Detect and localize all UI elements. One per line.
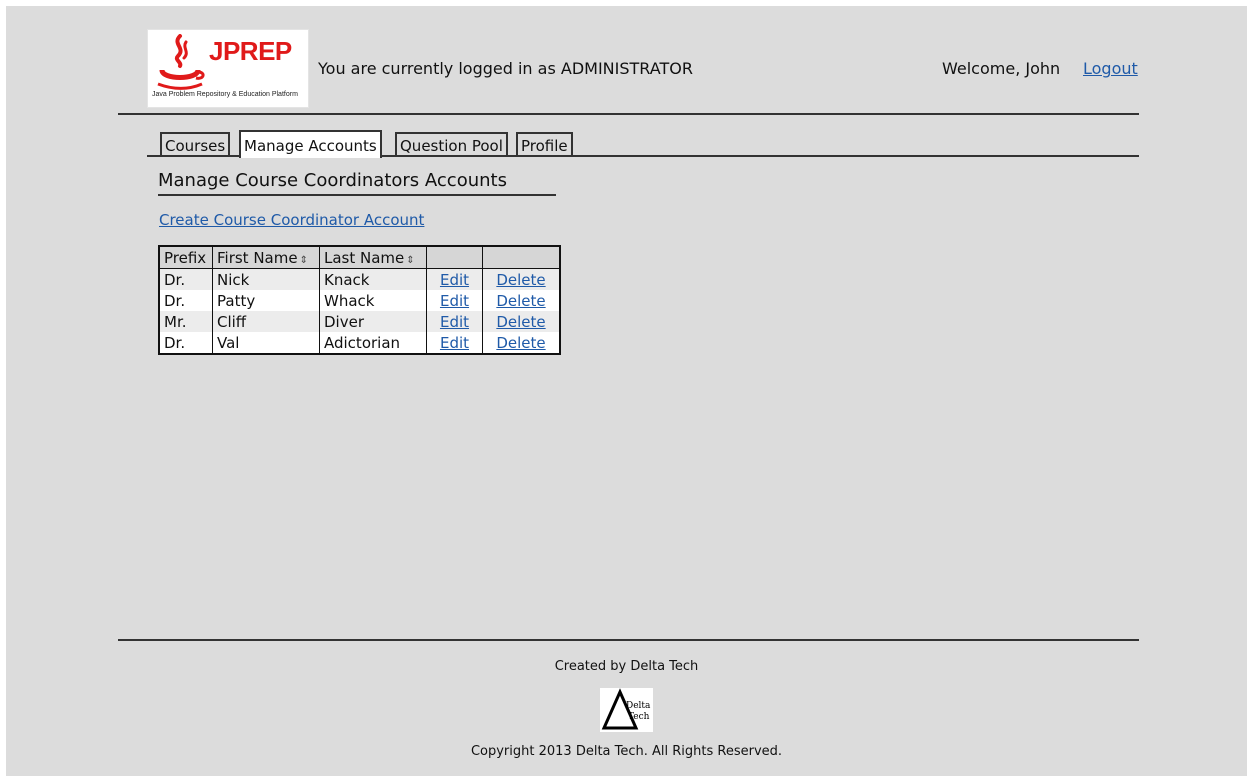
delta-logo-word1: Delta: [626, 701, 651, 711]
logo-title: JPREP: [209, 36, 292, 66]
delete-link[interactable]: Delete: [496, 271, 545, 289]
java-cup-logo-icon: [157, 34, 205, 90]
delta-logo-word2: Tech: [628, 712, 650, 722]
table-row: Dr. Patty Whack Edit Delete: [158, 290, 560, 311]
delete-link[interactable]: Delete: [496, 334, 545, 352]
table-row: Dr. Nick Knack Edit Delete: [158, 268, 560, 290]
edit-link[interactable]: Edit: [440, 292, 469, 310]
cell-last-name: Whack: [319, 290, 427, 311]
accounts-table: Prefix First Name ⇕ Last Name ⇕ Dr. Nick K…: [158, 245, 561, 355]
cell-first-name: Val: [212, 332, 320, 354]
table-header-row: Prefix First Name ⇕ Last Name ⇕: [158, 246, 560, 269]
sort-icon[interactable]: ⇕: [406, 255, 414, 266]
cell-last-name: Knack: [319, 268, 427, 290]
cell-first-name: Nick: [212, 268, 320, 290]
footer-divider: [118, 639, 1139, 641]
cell-first-name: Cliff: [212, 311, 320, 332]
edit-link[interactable]: Edit: [440, 334, 469, 352]
table-row: Mr. Cliff Diver Edit Delete: [158, 311, 560, 332]
cell-prefix: Dr.: [158, 332, 213, 354]
create-coordinator-link[interactable]: Create Course Coordinator Account: [159, 211, 424, 229]
tab-manage-accounts[interactable]: Manage Accounts: [239, 130, 382, 158]
tab-question-pool[interactable]: Question Pool: [395, 132, 508, 156]
header-edit: [426, 246, 483, 269]
cell-first-name: Patty: [212, 290, 320, 311]
cell-last-name: Adictorian: [319, 332, 427, 354]
jprep-logo[interactable]: JPREP Java Problem Repository & Educatio…: [147, 29, 309, 108]
header-first-name[interactable]: First Name ⇕: [212, 246, 320, 269]
copyright-text: Copyright 2013 Delta Tech. All Rights Re…: [470, 744, 783, 759]
cell-prefix: Dr.: [158, 290, 213, 311]
logo-subtitle: Java Problem Repository & Education Plat…: [152, 91, 298, 98]
tab-courses[interactable]: Courses: [160, 132, 231, 156]
login-status: You are currently logged in as ADMINISTR…: [318, 59, 693, 78]
delete-link[interactable]: Delete: [496, 313, 545, 331]
title-underline: [158, 194, 556, 196]
header-last-name[interactable]: Last Name ⇕: [319, 246, 427, 269]
created-by-text: Created by Delta Tech: [554, 659, 699, 674]
welcome-text: Welcome, John: [942, 59, 1061, 78]
header-delete: [482, 246, 560, 269]
header-divider: [118, 113, 1139, 115]
header-prefix: Prefix: [158, 246, 213, 269]
edit-link[interactable]: Edit: [440, 313, 469, 331]
cell-last-name: Diver: [319, 311, 427, 332]
cell-prefix: Dr.: [158, 268, 213, 290]
page-canvas: JPREP Java Problem Repository & Educatio…: [6, 6, 1247, 776]
delta-tech-logo: Delta Tech: [600, 688, 653, 732]
cell-prefix: Mr.: [158, 311, 213, 332]
delete-link[interactable]: Delete: [496, 292, 545, 310]
logout-link[interactable]: Logout: [1083, 59, 1138, 78]
sort-icon[interactable]: ⇕: [300, 255, 308, 266]
edit-link[interactable]: Edit: [440, 271, 469, 289]
table-row: Dr. Val Adictorian Edit Delete: [158, 332, 560, 354]
tab-profile[interactable]: Profile: [516, 132, 573, 156]
page-title: Manage Course Coordinators Accounts: [158, 170, 507, 191]
delta-logo-icon: Delta Tech: [601, 688, 651, 730]
